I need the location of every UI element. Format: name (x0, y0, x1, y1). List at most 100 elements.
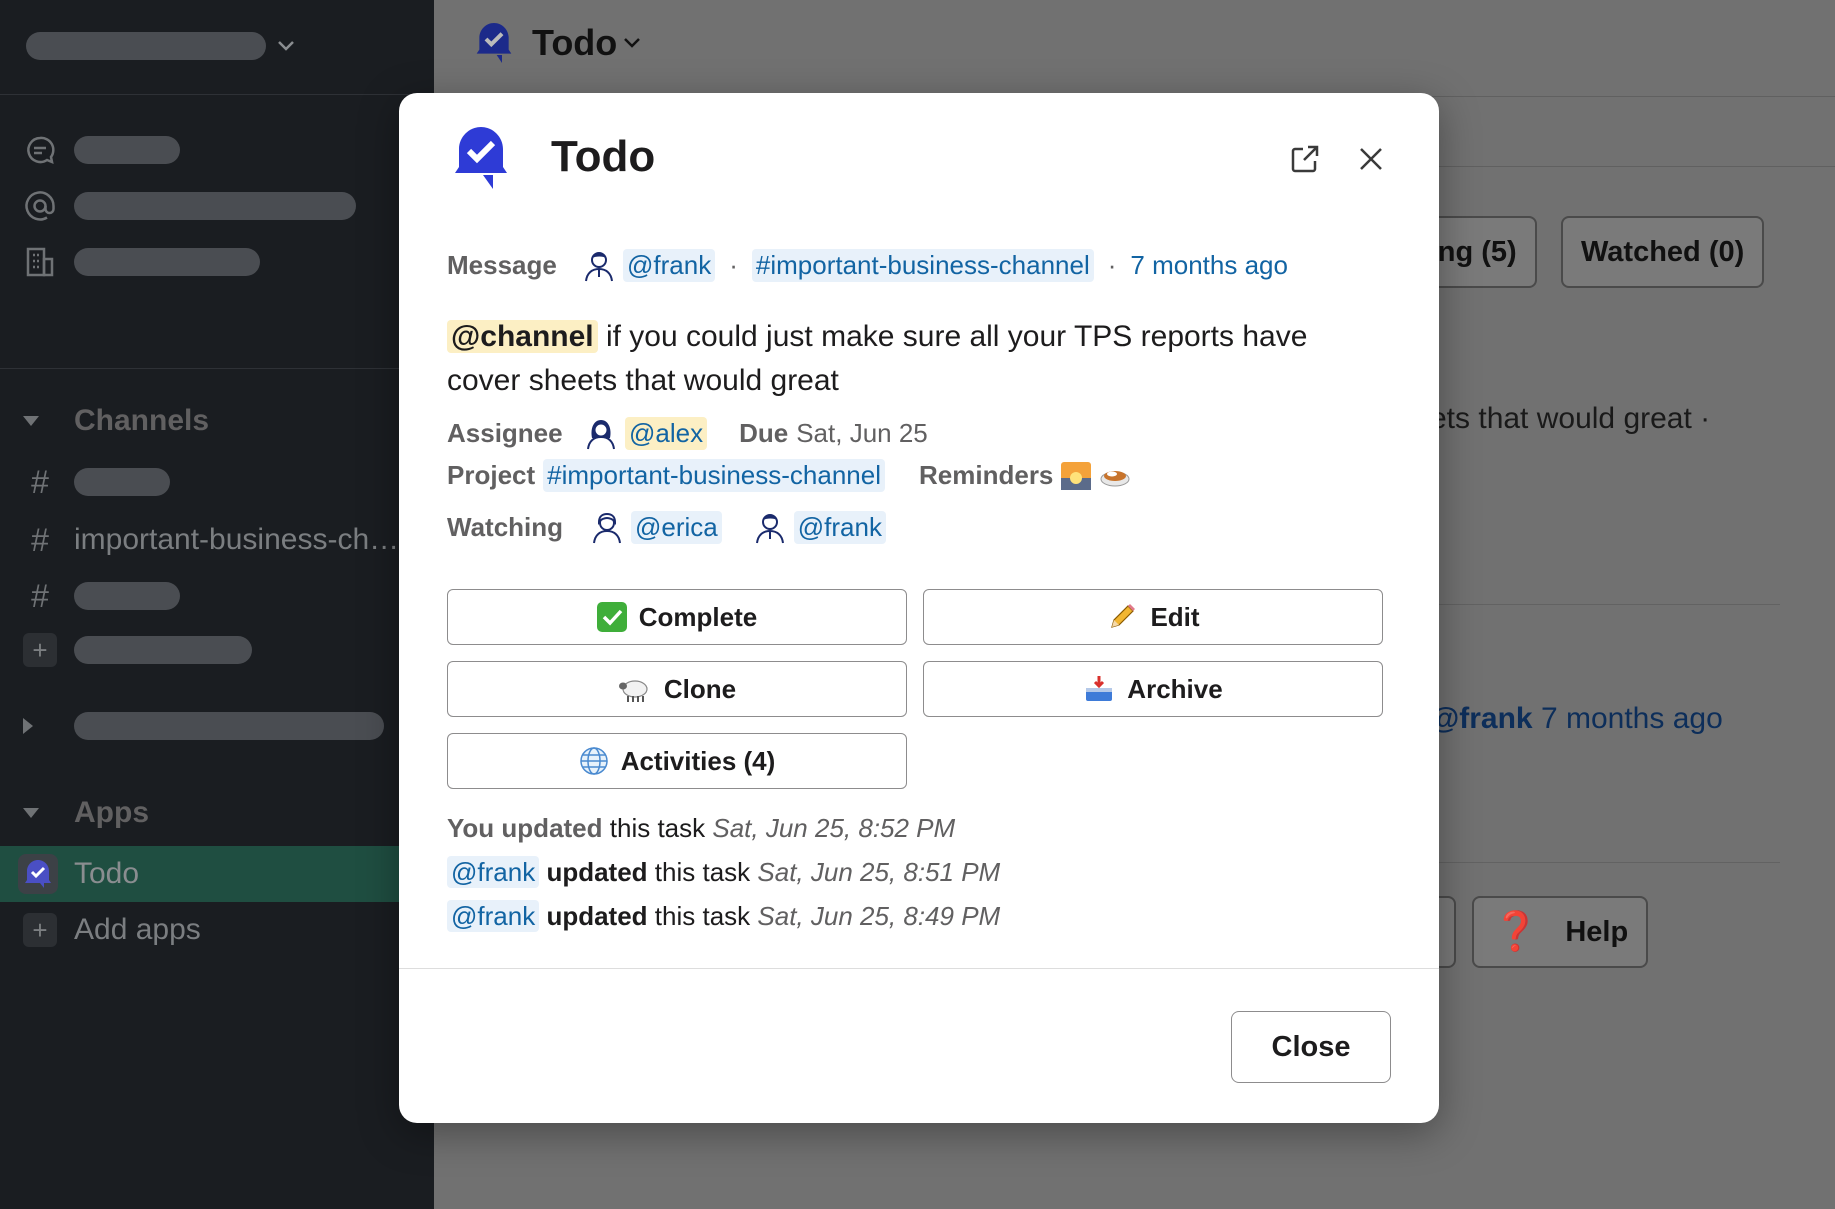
apps-section-toggle[interactable]: Apps (22, 796, 149, 830)
sidebar-item-threads[interactable] (20, 124, 180, 176)
modal-header: Todo (451, 123, 655, 191)
archive-button[interactable]: Archive (923, 661, 1383, 717)
sidebar-item-mentions[interactable] (20, 180, 356, 232)
activity-entry: You updated this task Sat, Jun 25, 8:52 … (447, 813, 955, 844)
activity-action: updated (501, 813, 603, 843)
project-channel-link[interactable]: #important-business-channel (543, 459, 886, 492)
complete-label: Complete (638, 601, 758, 632)
due-value: Sat, Jun 25 (796, 417, 928, 448)
bg-message-fragment: ets that would great · (1430, 402, 1711, 435)
activity-actor: You (447, 813, 495, 843)
help-label: Help (1565, 915, 1629, 948)
sidebar-channel[interactable]: # (20, 456, 430, 508)
apps-section-label: Apps (74, 796, 149, 829)
bg-divider (1434, 604, 1780, 605)
activities-button[interactable]: Activities (4) (447, 733, 907, 789)
channel-name-placeholder (74, 582, 180, 610)
bg-time-link[interactable]: 7 months ago (1541, 702, 1723, 735)
add-channel-placeholder (74, 636, 252, 664)
todo-bell-icon (476, 23, 512, 63)
collapsed-section-toggle[interactable] (22, 712, 384, 740)
activity-time: Sat, Jun 25, 8:51 PM (757, 857, 1001, 887)
check-emoji (596, 602, 627, 632)
edit-button[interactable]: Edit (923, 589, 1383, 645)
triangle-down-icon (22, 415, 54, 427)
complete-button[interactable]: Complete (447, 589, 907, 645)
question-emoji: ❓ (1492, 911, 1540, 953)
sheep-emoji (618, 674, 652, 704)
modal-title: Todo (551, 132, 656, 181)
hash-icon: # (31, 577, 49, 614)
modal-footer-divider (399, 968, 1439, 969)
sidebar-app-todo[interactable]: Todo (0, 846, 434, 902)
workspace-name-placeholder (26, 32, 266, 60)
add-apps-button[interactable]: + Add apps (20, 904, 430, 956)
channel-header[interactable]: Todo (474, 20, 641, 66)
directory-icon (20, 242, 60, 282)
close-icon (1360, 148, 1382, 170)
sidebar: Channels # # important-business-ch… # + … (0, 0, 434, 1209)
hash-icon: # (31, 521, 49, 558)
sidebar-item-directory[interactable] (20, 236, 260, 288)
modal-close-x-button[interactable] (1349, 137, 1393, 181)
globe-emoji (579, 746, 609, 776)
project-row: Project #important-business-channel Remi… (447, 459, 1131, 492)
plus-icon: + (23, 913, 57, 947)
watcher-mention-frank[interactable]: @frank (793, 510, 886, 544)
channel-name-placeholder (74, 468, 170, 496)
author-mention[interactable]: @frank (623, 248, 716, 282)
channel-link[interactable]: #important-business-channel (751, 248, 1094, 282)
close-button[interactable]: Close (1231, 1011, 1391, 1083)
bg-user-link[interactable]: @frank (1430, 702, 1533, 735)
clone-label: Clone (663, 673, 737, 704)
chevron-down-icon (276, 36, 296, 56)
sidebar-channel[interactable]: # (20, 570, 430, 622)
plus-icon: + (23, 633, 57, 667)
sidebar-item-placeholder (74, 136, 180, 164)
app-name: Todo (74, 857, 140, 890)
channel-name: important-business-ch… (74, 523, 400, 556)
watcher-mention-erica[interactable]: @erica (631, 510, 722, 544)
channels-section-label: Channels (74, 404, 210, 437)
edit-label: Edit (1150, 601, 1200, 632)
due-label: Due (739, 417, 789, 448)
activity-rest: this task (609, 813, 706, 843)
assignee-row: Assignee @alex Due Sat, Jun 25 (447, 415, 928, 451)
watching-row: Watching @erica @frank (447, 509, 886, 545)
project-label: Project (447, 460, 536, 490)
assignee-mention[interactable]: @alex (625, 416, 708, 450)
triangle-right-icon (22, 717, 54, 735)
frank-avatar (752, 509, 788, 545)
tab-watched[interactable]: Watched (0) (1561, 216, 1765, 288)
help-button[interactable]: ❓ Help (1472, 896, 1649, 968)
clone-button[interactable]: Clone (447, 661, 907, 717)
assignee-label: Assignee (447, 417, 563, 448)
activity-actor-mention[interactable]: @frank (447, 900, 540, 932)
mentions-icon (20, 186, 60, 226)
triangle-down-icon (22, 807, 54, 819)
channels-section-toggle[interactable]: Channels (22, 404, 209, 438)
hash-icon: # (31, 463, 49, 500)
message-label: Message (447, 249, 557, 280)
curry-emoji (1099, 462, 1131, 490)
sidebar-divider (0, 368, 434, 369)
bg-divider (1434, 862, 1780, 863)
workspace-switcher[interactable] (26, 32, 296, 60)
todo-bell-icon (455, 127, 507, 189)
todo-bell-icon (18, 854, 58, 894)
separator-dot: · (729, 249, 738, 280)
open-external-button[interactable] (1283, 137, 1327, 181)
message-time-link[interactable]: 7 months ago (1130, 250, 1288, 281)
activity-entry: @frank updated this task Sat, Jun 25, 8:… (447, 856, 1001, 888)
message-row: Message @frank · #important-business-cha… (447, 247, 1288, 283)
todo-modal: Todo Message @frank · #important-busines… (399, 93, 1439, 1123)
add-apps-label: Add apps (74, 913, 201, 946)
frank-avatar (581, 247, 617, 283)
add-channel-button[interactable]: + (20, 624, 430, 676)
activity-actor-mention[interactable]: @frank (447, 856, 540, 888)
message-text: @channel if you could just make sure all… (447, 315, 1377, 403)
sidebar-divider (0, 94, 434, 95)
sidebar-channel-important-business[interactable]: # important-business-ch… (20, 514, 430, 566)
activities-label: Activities (4) (620, 745, 776, 776)
external-link-icon (1291, 145, 1319, 173)
